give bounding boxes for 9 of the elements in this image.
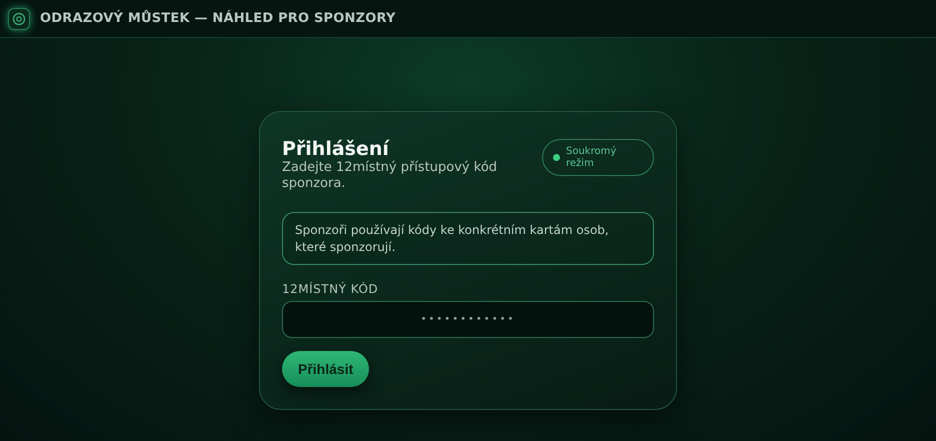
info-notice: Sponzoři používají kódy ke konkrétním kartám osob, které sponzorují.: [282, 212, 654, 265]
login-title: Přihlášení: [282, 138, 390, 160]
login-subtitle: Zadejte 12místný přístupový kód sponzora.: [282, 160, 498, 192]
logo-icon: [8, 8, 30, 30]
code-input-field[interactable]: ••••••••••••: [282, 301, 654, 338]
field-label: 12MÍSTNÝ KÓD: [282, 282, 380, 296]
app-title: ODRAZOVÝ MŮSTEK — NÁHLED PRO SPONZORY: [40, 11, 396, 26]
private-mode-badge: Soukromý režim: [542, 139, 654, 176]
login-button[interactable]: Přihlásit: [282, 351, 370, 387]
